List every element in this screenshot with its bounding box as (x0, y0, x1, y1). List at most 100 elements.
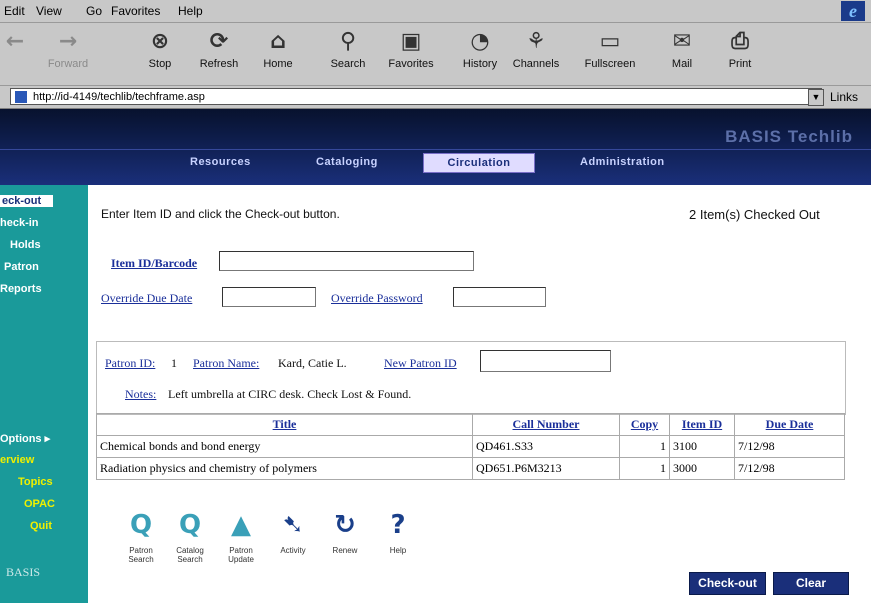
tab-cataloging[interactable]: Cataloging (310, 153, 384, 171)
sidebar-item-checkout[interactable]: eck-out (0, 195, 54, 207)
patron-update-icon: ▲ (231, 510, 251, 540)
favorites-icon: ▣ (400, 29, 422, 54)
catalog-search-icon: Q (178, 510, 202, 540)
patron-search-button[interactable]: Q Patron Search (116, 510, 166, 564)
refresh-button[interactable]: ⟳ Refresh (191, 27, 247, 70)
forward-arrow-icon: → (58, 29, 78, 54)
print-icon: ⎙ (731, 29, 749, 54)
stop-button[interactable]: ⊗ Stop (132, 27, 188, 70)
menu-help[interactable]: Help (178, 4, 203, 18)
sidebar-item-options[interactable]: Options ▸ (0, 432, 50, 445)
home-button[interactable]: ⌂ Home (250, 27, 306, 70)
checked-out-count: 2 Item(s) Checked Out (689, 207, 820, 222)
patron-info-box (96, 341, 846, 415)
back-arrow-icon: ← (5, 29, 25, 54)
forward-label: Forward (47, 58, 89, 70)
patron-name-value: Kard, Catie L. (278, 356, 347, 370)
column-item-id-header[interactable]: Item ID (669, 413, 735, 436)
patron-update-button[interactable]: ▲ Patron Update (216, 510, 266, 564)
sidebar-item-quit[interactable]: Quit (30, 520, 52, 532)
page-icon (15, 91, 27, 103)
fullscreen-button[interactable]: ▭ Fullscreen (582, 27, 638, 70)
search-icon: ⚲ (339, 29, 357, 54)
mail-icon: ✉ (672, 29, 692, 54)
print-button[interactable]: ⎙ Print (712, 27, 768, 70)
column-due-date-header[interactable]: Due Date (734, 413, 845, 436)
menu-bar: Edit View Go Favorites Help e (0, 0, 871, 23)
app-header: BASIS Techlib Resources Cataloging Circu… (0, 109, 871, 185)
help-button[interactable]: ? Help (373, 510, 423, 555)
history-button[interactable]: ◔ History (452, 27, 508, 70)
stop-label: Stop (148, 58, 172, 70)
checkout-button[interactable]: Check-out (689, 572, 766, 595)
notes-label[interactable]: Notes: (125, 387, 156, 402)
sidebar-item-topics[interactable]: Topics (18, 476, 53, 488)
stop-icon: ⊗ (150, 29, 170, 54)
renew-label: Renew (332, 546, 358, 555)
cell-copy: 1 (619, 457, 670, 480)
favorites-label: Favorites (388, 58, 434, 70)
tab-circulation[interactable]: Circulation (423, 153, 535, 173)
menu-view[interactable]: View (36, 4, 62, 18)
channels-button[interactable]: ⚘ Channels (508, 27, 564, 70)
basis-logo: BASIS (6, 565, 41, 579)
column-title-header[interactable]: Title (96, 413, 473, 436)
sidebar-item-holds[interactable]: Holds (10, 239, 41, 251)
refresh-icon: ⟳ (209, 29, 229, 54)
favorites-button[interactable]: ▣ Favorites (383, 27, 439, 70)
sidebar: eck-out heck-in Holds Patron Reports Opt… (0, 185, 88, 603)
cell-item-id: 3100 (669, 435, 735, 458)
activity-button[interactable]: ➷ Activity (268, 510, 318, 555)
cell-due-date: 7/12/98 (734, 435, 845, 458)
catalog-search-button[interactable]: Q Catalog Search (165, 510, 215, 564)
sidebar-item-checkin[interactable]: heck-in (0, 217, 39, 229)
patron-name-label[interactable]: Patron Name: (193, 356, 259, 371)
tab-resources[interactable]: Resources (184, 153, 257, 171)
sidebar-item-patron[interactable]: Patron (4, 261, 39, 273)
print-label: Print (728, 58, 752, 70)
activity-icon: ➷ (282, 510, 304, 540)
item-id-input[interactable] (219, 251, 474, 271)
channels-icon: ⚘ (526, 29, 546, 54)
new-patron-id-label[interactable]: New Patron ID (384, 356, 457, 371)
sidebar-item-overview[interactable]: erview (0, 454, 34, 466)
override-due-date-input[interactable] (222, 287, 316, 307)
patron-id-value: 1 (171, 356, 177, 370)
renew-button[interactable]: ↻ Renew (320, 510, 370, 555)
refresh-label: Refresh (199, 58, 239, 70)
table-row[interactable]: Chemical bonds and bond energy QD461.S33… (96, 435, 845, 458)
menu-go[interactable]: Go (86, 4, 102, 18)
links-button[interactable]: Links (830, 90, 858, 104)
patron-search-label: Patron Search (128, 546, 154, 564)
tab-administration[interactable]: Administration (574, 153, 671, 171)
new-patron-id-input[interactable] (480, 350, 611, 372)
sidebar-item-reports[interactable]: Reports (0, 283, 42, 295)
search-label: Search (330, 58, 366, 70)
menu-edit[interactable]: Edit (4, 4, 25, 18)
checked-out-items-table: Title Call Number Copy Item ID Due Date … (96, 413, 845, 480)
fullscreen-label: Fullscreen (584, 58, 636, 70)
cell-copy: 1 (619, 435, 670, 458)
patron-id-label[interactable]: Patron ID: (105, 356, 155, 371)
override-due-date-label[interactable]: Override Due Date (101, 291, 192, 306)
header-divider (0, 149, 871, 150)
override-password-label[interactable]: Override Password (331, 291, 423, 306)
cell-title: Radiation physics and chemistry of polym… (96, 457, 473, 480)
back-button[interactable]: ← (2, 27, 28, 58)
sidebar-item-opac[interactable]: OPAC (24, 498, 55, 510)
search-button[interactable]: ⚲ Search (320, 27, 376, 70)
clear-button[interactable]: Clear (773, 572, 849, 595)
table-row[interactable]: Radiation physics and chemistry of polym… (96, 457, 845, 480)
override-password-input[interactable] (453, 287, 546, 307)
column-copy-header[interactable]: Copy (619, 413, 670, 436)
menu-favorites[interactable]: Favorites (111, 4, 160, 18)
renew-icon: ↻ (334, 510, 356, 540)
cell-call-number: QD461.S33 (472, 435, 620, 458)
address-input[interactable]: http://id-4149/techlib/techframe.asp (10, 88, 822, 105)
mail-button[interactable]: ✉ Mail (654, 27, 710, 70)
column-call-number-header[interactable]: Call Number (472, 413, 620, 436)
forward-button[interactable]: → Forward (40, 27, 96, 70)
help-label: Help (389, 546, 407, 555)
address-dropdown-button[interactable]: ▼ (808, 89, 824, 106)
item-id-label[interactable]: Item ID/Barcode (111, 256, 197, 271)
